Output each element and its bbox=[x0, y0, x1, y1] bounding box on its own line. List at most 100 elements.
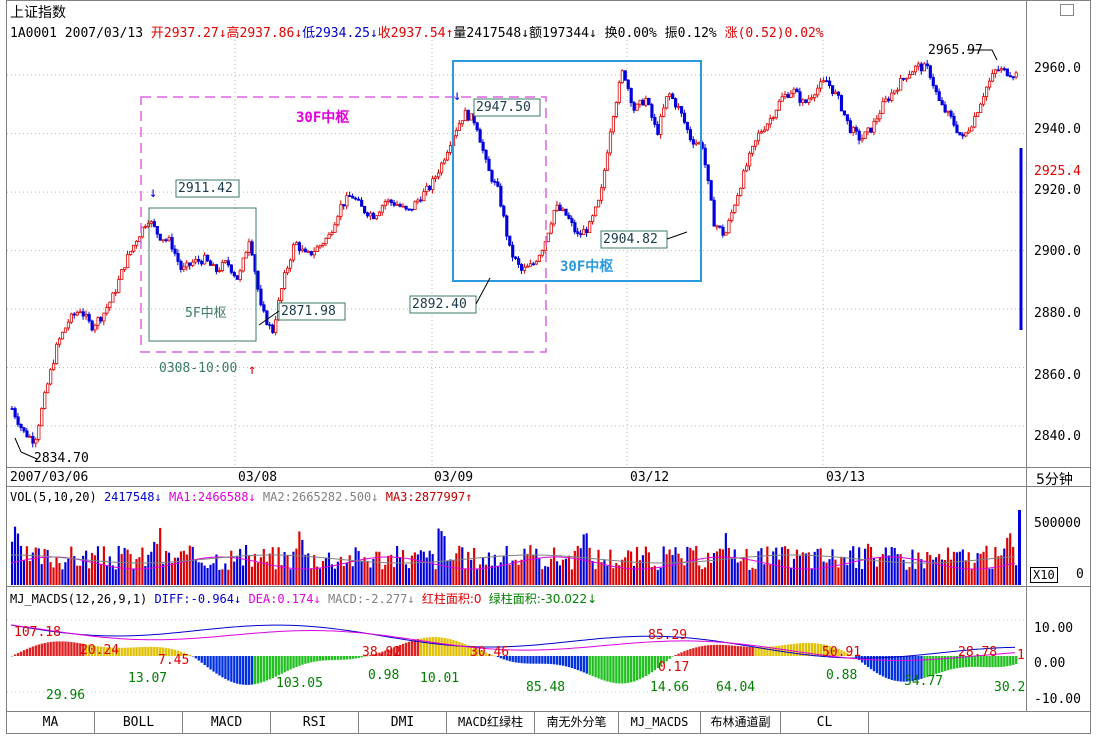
macd-bar bbox=[446, 638, 449, 656]
volume-bar bbox=[1012, 546, 1015, 585]
candle bbox=[905, 77, 909, 80]
candle bbox=[152, 221, 156, 227]
tab-mj-macds[interactable]: MJ_MACDS bbox=[619, 712, 701, 733]
volume-bar bbox=[695, 545, 698, 585]
macd-bar bbox=[431, 637, 434, 656]
volume-bar bbox=[541, 569, 544, 585]
volume-bar bbox=[490, 565, 493, 585]
candle bbox=[1008, 75, 1012, 78]
tab-macd[interactable]: MACD bbox=[183, 712, 271, 733]
volume-bar bbox=[250, 566, 254, 585]
candle bbox=[754, 140, 758, 147]
candle bbox=[777, 100, 781, 111]
tab-nanwu[interactable]: 南无外分笔 bbox=[535, 712, 619, 733]
candle bbox=[742, 170, 746, 189]
candle bbox=[839, 94, 844, 112]
candle bbox=[567, 214, 571, 220]
volume-bar bbox=[517, 564, 520, 585]
macd-bar bbox=[600, 656, 603, 680]
candle bbox=[43, 392, 47, 409]
tab-macd-hist[interactable]: MACD红绿柱 bbox=[447, 712, 535, 733]
candle bbox=[389, 199, 393, 204]
macd-bar bbox=[440, 637, 443, 656]
volume-bar bbox=[34, 547, 37, 585]
candle bbox=[457, 123, 461, 131]
volume-bar bbox=[588, 547, 591, 585]
volume-bar bbox=[594, 569, 597, 585]
volume-bar bbox=[940, 559, 944, 585]
candle bbox=[727, 220, 731, 234]
candle bbox=[576, 231, 580, 235]
candle bbox=[798, 91, 802, 103]
macd-bar bbox=[511, 656, 514, 662]
maximize-icon[interactable] bbox=[1060, 4, 1074, 16]
macd-bar bbox=[253, 656, 257, 685]
volume-bar bbox=[893, 547, 896, 585]
macd-green-label: 30.2 bbox=[994, 680, 1026, 695]
macd-bar bbox=[271, 656, 274, 679]
macd-bar bbox=[410, 640, 414, 656]
macd-bar bbox=[668, 656, 671, 659]
macd-bar bbox=[792, 643, 796, 656]
candle bbox=[392, 202, 396, 206]
candle bbox=[896, 89, 900, 92]
candle bbox=[558, 204, 562, 211]
period-label[interactable]: 5分钟 bbox=[1036, 469, 1073, 489]
macd-green-label: 0.88 bbox=[826, 668, 858, 683]
volume-bar bbox=[798, 555, 801, 585]
candle bbox=[949, 110, 953, 117]
tab-rsi[interactable]: RSI bbox=[271, 712, 359, 733]
candle bbox=[188, 262, 192, 266]
candle bbox=[555, 204, 559, 211]
volume-bar bbox=[19, 545, 23, 585]
volume-bar bbox=[384, 564, 387, 585]
volume-bar bbox=[147, 554, 150, 585]
macd-bar bbox=[348, 656, 352, 660]
volume-bar bbox=[126, 549, 129, 585]
candle bbox=[111, 292, 115, 303]
macd-bar bbox=[671, 656, 674, 657]
volume-bar bbox=[908, 567, 911, 585]
volume-bar bbox=[304, 554, 307, 585]
candle bbox=[72, 313, 76, 316]
candle bbox=[487, 158, 491, 172]
volume-bar bbox=[25, 546, 28, 585]
candle bbox=[217, 270, 222, 272]
macd-bar bbox=[730, 645, 734, 656]
tab-dmi[interactable]: DMI bbox=[359, 712, 447, 733]
macd-bar bbox=[804, 643, 808, 656]
volume-bar bbox=[508, 564, 511, 585]
candle bbox=[78, 311, 82, 314]
candle bbox=[564, 208, 568, 216]
candle bbox=[445, 152, 450, 161]
macd-green-label: 10.01 bbox=[420, 671, 460, 686]
vol-tick: 0 bbox=[1076, 567, 1084, 582]
vol-tick: 500000 bbox=[1034, 516, 1081, 531]
tab-boll-channel[interactable]: 布林通道副 bbox=[701, 712, 781, 733]
volume-bar bbox=[321, 560, 325, 585]
volume-bar bbox=[46, 549, 49, 585]
volume-bar bbox=[875, 566, 878, 585]
candle bbox=[318, 244, 322, 248]
macd-bar bbox=[120, 647, 123, 656]
candle bbox=[594, 206, 598, 217]
candle bbox=[848, 120, 852, 134]
volume-bar bbox=[188, 545, 191, 585]
candle bbox=[522, 266, 527, 271]
candle bbox=[934, 85, 938, 93]
candle bbox=[499, 185, 503, 207]
tab-boll[interactable]: BOLL bbox=[95, 712, 183, 733]
candle bbox=[13, 408, 17, 418]
macd-bar bbox=[321, 656, 325, 661]
macd-bar bbox=[13, 654, 17, 656]
candle bbox=[490, 170, 494, 182]
volume-bar bbox=[704, 567, 707, 585]
volume-bar bbox=[105, 565, 108, 585]
macd-green-label: 64.04 bbox=[716, 680, 756, 695]
volume-bar bbox=[733, 549, 736, 585]
volume-bar bbox=[810, 568, 813, 585]
tab-cl[interactable]: CL bbox=[781, 712, 869, 733]
macd-bar bbox=[313, 656, 316, 662]
macd-bar bbox=[526, 656, 529, 664]
tab-ma[interactable]: MA bbox=[7, 712, 95, 733]
